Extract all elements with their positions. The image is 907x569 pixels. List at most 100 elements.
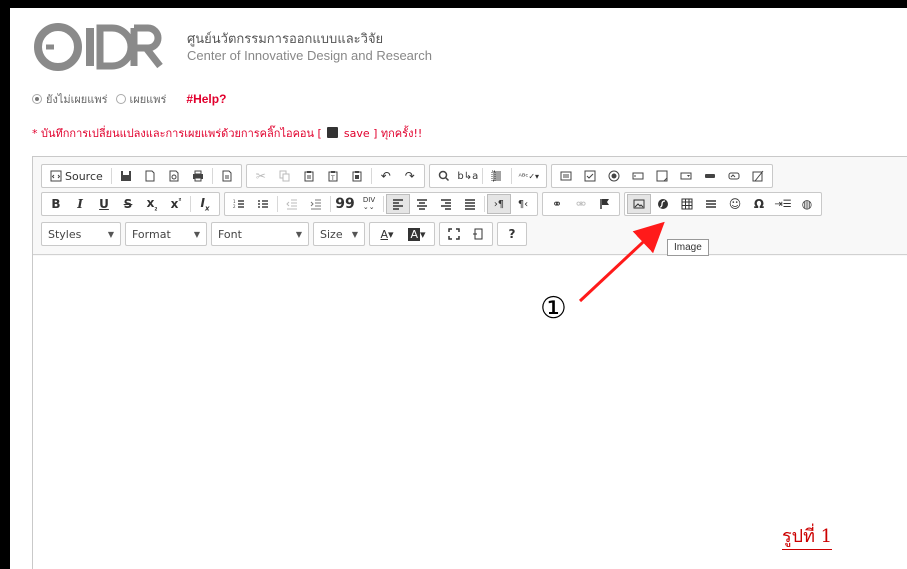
align-right-icon [441,199,451,210]
new-page-icon [145,170,155,182]
cms-page: ศูนย์นวัตกรรมการออกแบบและวิจัย Center of… [10,8,907,569]
horizontal-rule-icon [706,200,716,208]
spellcheck-button[interactable]: ᴬᴮᶜ✓▾ [514,166,544,186]
templates-button[interactable] [215,166,239,186]
align-center-icon [417,199,427,210]
strike-button[interactable]: S [116,194,140,214]
hidden-field-button[interactable] [746,166,770,186]
indent-icon [310,199,321,210]
bold-button[interactable]: B [44,194,68,214]
link-icon: ⚭ [551,197,563,211]
align-center-button[interactable] [410,194,434,214]
new-page-button[interactable] [138,166,162,186]
checkbox-button[interactable] [578,166,602,186]
remove-format-button[interactable]: Ix [193,194,217,214]
format-label: Format [132,227,171,241]
horizontal-rule-button[interactable] [699,194,723,214]
undo-icon: ↶ [380,169,391,183]
copy-button[interactable] [273,166,297,186]
save-icon [327,127,339,138]
paste-button[interactable] [297,166,321,186]
undo-button[interactable]: ↶ [374,166,398,186]
print-button[interactable] [186,166,210,186]
separator [484,196,485,212]
select-all-button[interactable] [485,166,509,186]
outdent-button[interactable] [280,194,304,214]
justify-button[interactable] [458,194,482,214]
styles-dropdown[interactable]: Styles ▼ [41,222,121,246]
save-doc-button[interactable] [114,166,138,186]
rtl-button[interactable]: ¶‹ [511,194,535,214]
unlink-button[interactable]: ⚮ [569,194,593,214]
link-button[interactable]: ⚭ [545,194,569,214]
special-char-button[interactable]: Ω [747,194,771,214]
select-button[interactable] [674,166,698,186]
source-button[interactable]: Source [44,170,109,183]
published-label: เผยแพร่ [129,93,167,106]
preview-button[interactable] [162,166,186,186]
size-dropdown[interactable]: Size ▼ [313,222,365,246]
paste-text-button[interactable]: T [321,166,345,186]
maximize-button[interactable] [442,224,466,244]
superscript-button[interactable]: x² [164,194,188,214]
save-note-after: ] ทุกครั้ง!! [373,127,423,140]
align-left-button[interactable] [386,194,410,214]
page-break-button[interactable]: ⇥☰ [771,194,795,214]
maximize-icon [448,228,460,240]
div-button[interactable]: DIV ⌄⌄ [357,194,381,214]
form-button[interactable] [554,166,578,186]
unlink-icon: ⚮ [575,197,587,211]
page-break-icon: ⇥☰ [774,198,792,210]
replace-button[interactable]: b↳a [456,166,480,186]
omega-icon: Ω [753,197,765,211]
anchor-button[interactable] [593,194,617,214]
globe-icon: ◍ [801,197,813,211]
numbered-list-button[interactable]: 12 [227,194,251,214]
chevron-down-icon: ▼ [351,229,358,239]
format-dropdown[interactable]: Format ▼ [125,222,207,246]
show-blocks-icon [473,228,483,240]
unpublished-radio[interactable] [32,94,42,104]
select-icon [680,172,692,180]
image-button-tool[interactable] [722,166,746,186]
svg-text:T: T [330,175,335,182]
blockquote-button[interactable]: 99 [333,194,357,214]
redo-button[interactable]: ↷ [398,166,422,186]
underline-button[interactable]: U [92,194,116,214]
button-tool[interactable] [698,166,722,186]
paste-word-button[interactable] [345,166,369,186]
radio-button-tool[interactable] [602,166,626,186]
ltr-button[interactable]: ›¶ [487,194,511,214]
rich-text-editor: Source ✂ T ↶ ↷ b↳a ᴬᴮᶜ✓▾ B I U S x₂ x² I… [32,156,907,569]
italic-icon: I [77,197,83,211]
align-right-button[interactable] [434,194,458,214]
font-dropdown[interactable]: Font ▼ [211,222,309,246]
editor-content-area[interactable] [33,256,907,569]
textarea-button[interactable] [650,166,674,186]
flash-button[interactable] [651,194,675,214]
help-link[interactable]: #Help? [186,92,226,106]
smiley-button[interactable]: ☺ [723,194,747,214]
search-icon [438,170,449,182]
unpublished-label: ยังไม่เผยแพร่ [46,93,108,106]
text-color-button[interactable]: A▾ [372,224,402,244]
bg-color-button[interactable]: A ▾ [402,224,432,244]
separator [510,168,512,184]
about-button[interactable]: ? [500,224,524,244]
textarea-icon [656,170,668,182]
iframe-button[interactable]: ◍ [795,194,819,214]
indent-button[interactable] [304,194,328,214]
published-radio[interactable] [115,94,126,104]
screenshot-frame: ศูนย์นวัตกรรมการออกแบบและวิจัย Center of… [0,0,907,569]
italic-button[interactable]: I [68,194,92,214]
ltr-icon: ›¶ [493,198,505,210]
bullet-list-button[interactable] [251,194,275,214]
cut-button[interactable]: ✂ [249,166,273,186]
strike-icon: S [123,197,133,211]
textfield-button[interactable] [626,166,650,186]
find-button[interactable] [432,166,456,186]
subscript-button[interactable]: x₂ [140,194,164,214]
table-button[interactable] [675,194,699,214]
image-button[interactable] [627,194,651,214]
show-blocks-button[interactable] [466,224,490,244]
